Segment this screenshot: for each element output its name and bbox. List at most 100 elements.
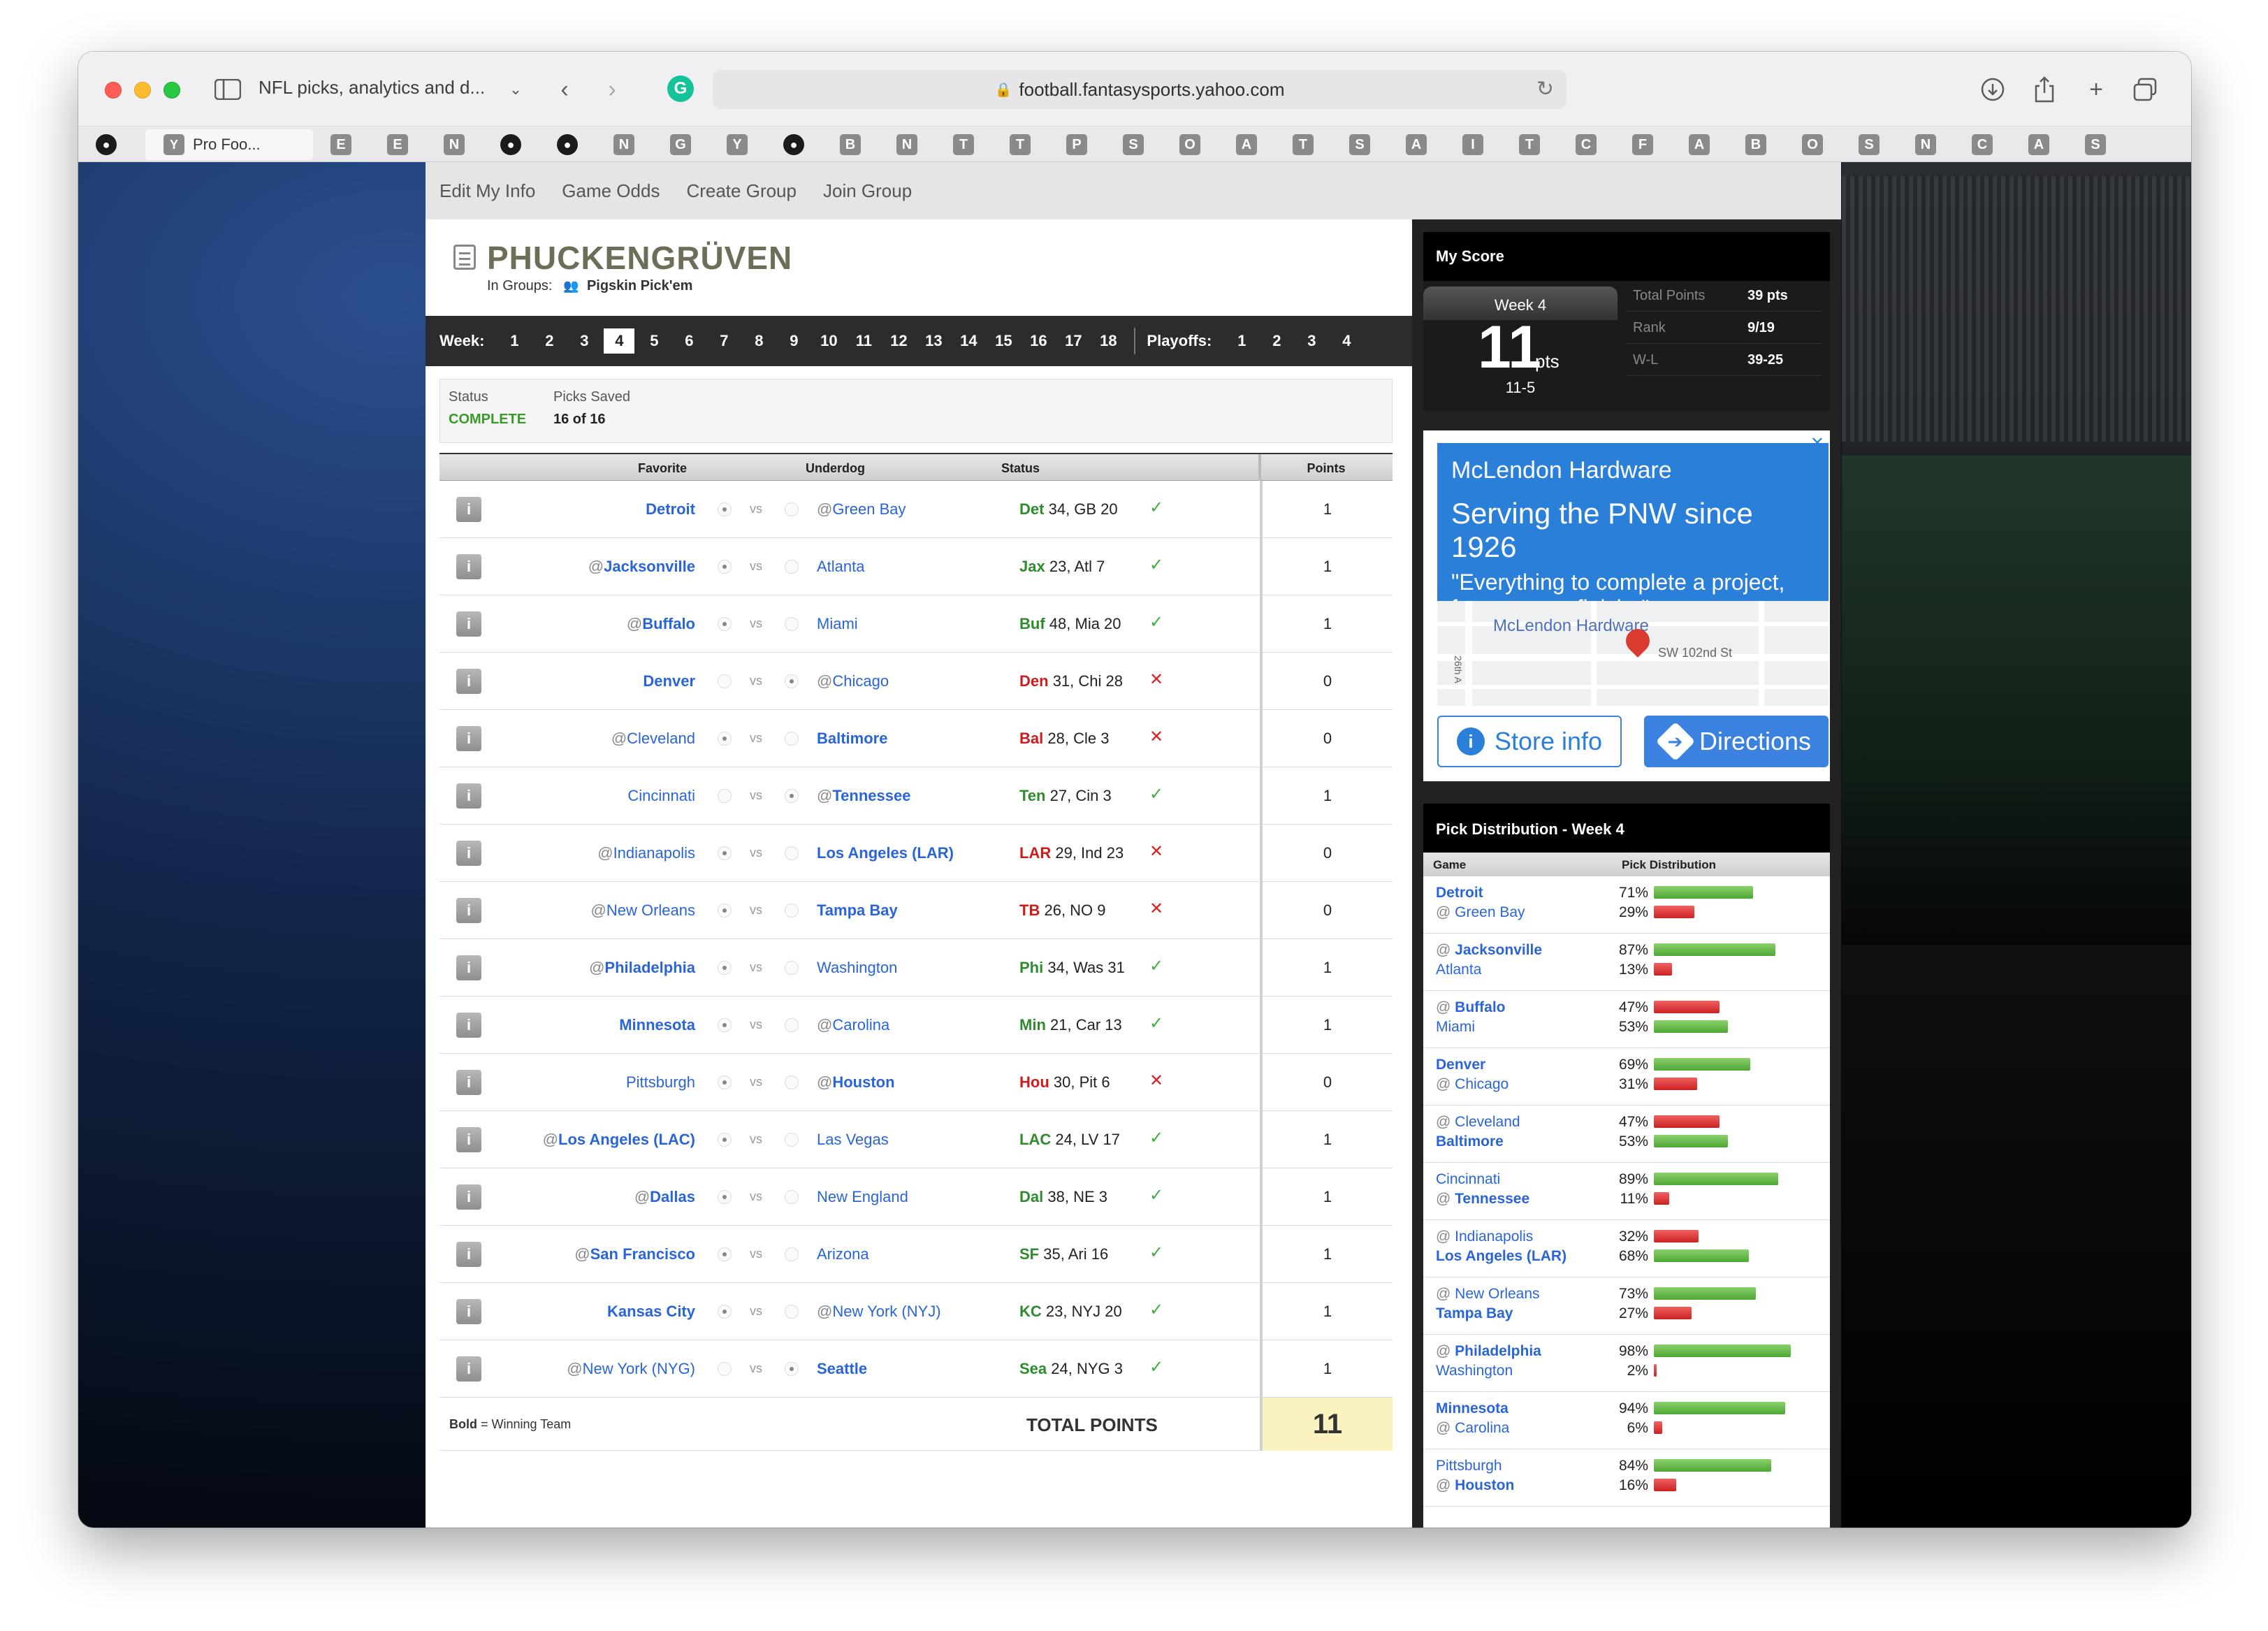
game-info-icon[interactable]: i bbox=[456, 955, 481, 980]
underdog-radio[interactable] bbox=[785, 1247, 799, 1261]
week-4[interactable]: 4 bbox=[604, 328, 635, 354]
bookmark-icon[interactable]: N bbox=[879, 132, 935, 157]
game-info-icon[interactable]: i bbox=[456, 1070, 481, 1095]
bookmark-icon[interactable]: N bbox=[1898, 132, 1954, 157]
game-info-icon[interactable]: i bbox=[456, 1013, 481, 1038]
favorite-team[interactable]: @Indianapolis bbox=[597, 844, 695, 862]
tab-title[interactable]: NFL picks, analytics and d... bbox=[259, 77, 485, 99]
favorite-radio[interactable] bbox=[718, 502, 732, 516]
favorite-radio[interactable] bbox=[718, 789, 732, 803]
downloads-icon[interactable] bbox=[1976, 73, 2009, 106]
dist-team-1[interactable]: Pittsburgh bbox=[1436, 1458, 1502, 1474]
game-info-icon[interactable]: i bbox=[456, 1127, 481, 1152]
bookmark-icon[interactable]: O bbox=[1784, 132, 1840, 157]
bookmark-icon[interactable]: A bbox=[1219, 132, 1274, 157]
favorite-team[interactable]: @Los Angeles (LAC) bbox=[543, 1131, 695, 1149]
dist-team-1[interactable]: Detroit bbox=[1436, 885, 1483, 901]
favorite-team[interactable]: @Buffalo bbox=[627, 615, 695, 633]
dist-team-1[interactable]: @ Philadelphia bbox=[1436, 1343, 1541, 1360]
favorite-radio[interactable] bbox=[718, 1018, 732, 1032]
bookmark-icon[interactable]: N bbox=[596, 132, 652, 157]
bookmark-icon[interactable]: S bbox=[1841, 132, 1897, 157]
underdog-radio[interactable] bbox=[785, 961, 799, 975]
underdog-radio[interactable] bbox=[785, 789, 799, 803]
bookmark-icon[interactable]: E bbox=[370, 132, 426, 157]
game-info-icon[interactable]: i bbox=[456, 783, 481, 809]
underdog-team[interactable]: @Carolina bbox=[817, 1016, 889, 1034]
underdog-team[interactable]: Las Vegas bbox=[817, 1131, 889, 1149]
week-13[interactable]: 13 bbox=[916, 332, 951, 350]
week-14[interactable]: 14 bbox=[951, 332, 986, 350]
week-16[interactable]: 16 bbox=[1021, 332, 1056, 350]
zoom-window-button[interactable] bbox=[163, 82, 180, 99]
underdog-team[interactable]: @Chicago bbox=[817, 672, 889, 690]
dist-team-1[interactable]: @ Indianapolis bbox=[1436, 1228, 1533, 1245]
github-bookmark-icon[interactable]: ● bbox=[483, 132, 539, 157]
week-1[interactable]: 1 bbox=[497, 332, 532, 350]
underdog-team[interactable]: Los Angeles (LAR) bbox=[817, 844, 954, 862]
week-12[interactable]: 12 bbox=[881, 332, 916, 350]
dist-team-2[interactable]: @ Houston bbox=[1436, 1477, 1514, 1494]
underdog-radio[interactable] bbox=[785, 617, 799, 631]
sidebar-toggle-icon[interactable] bbox=[211, 73, 245, 106]
nav-link-edit-my-info[interactable]: Edit My Info bbox=[439, 180, 535, 202]
bookmark-icon[interactable]: S bbox=[1332, 132, 1388, 157]
game-info-icon[interactable]: i bbox=[456, 497, 481, 522]
game-info-icon[interactable]: i bbox=[456, 1242, 481, 1267]
bookmark-icon[interactable]: Y bbox=[709, 132, 765, 157]
favorite-team[interactable]: Pittsburgh bbox=[626, 1073, 695, 1092]
nav-link-join-group[interactable]: Join Group bbox=[823, 180, 912, 202]
close-window-button[interactable] bbox=[105, 82, 122, 99]
playoff-week-4[interactable]: 4 bbox=[1329, 332, 1364, 350]
favorite-radio[interactable] bbox=[718, 1362, 732, 1376]
favorite-team[interactable]: @Cleveland bbox=[611, 730, 695, 748]
tab-overview-icon[interactable] bbox=[2128, 73, 2162, 106]
advertisement[interactable]: ✕ ▷ McLendon Hardware Serving the PNW si… bbox=[1423, 430, 1830, 781]
reload-icon[interactable]: ↻ bbox=[1536, 77, 1554, 101]
underdog-radio[interactable] bbox=[785, 502, 799, 516]
favorite-team[interactable]: Minnesota bbox=[619, 1016, 695, 1034]
underdog-radio[interactable] bbox=[785, 1305, 799, 1319]
week-6[interactable]: 6 bbox=[671, 332, 706, 350]
dist-team-2[interactable]: @ Carolina bbox=[1436, 1420, 1509, 1437]
favorite-team[interactable]: @Jacksonville bbox=[588, 558, 695, 576]
underdog-team[interactable]: @Houston bbox=[817, 1073, 895, 1092]
playoff-week-3[interactable]: 3 bbox=[1294, 332, 1329, 350]
week-18[interactable]: 18 bbox=[1091, 332, 1126, 350]
bookmark-icon[interactable]: N bbox=[426, 132, 482, 157]
playoff-week-2[interactable]: 2 bbox=[1259, 332, 1294, 350]
favorite-radio[interactable] bbox=[718, 560, 732, 574]
dist-team-1[interactable]: Denver bbox=[1436, 1057, 1485, 1073]
bookmark-icon[interactable]: C bbox=[1954, 132, 2010, 157]
favorite-team[interactable]: Denver bbox=[643, 672, 695, 690]
dist-team-2[interactable]: @ Tennessee bbox=[1436, 1191, 1529, 1208]
favorite-team[interactable]: Kansas City bbox=[607, 1303, 695, 1321]
bookmark-icon[interactable]: E bbox=[313, 132, 369, 157]
favorite-team[interactable]: @New Orleans bbox=[591, 901, 696, 920]
favorite-team[interactable]: @New York (NYG) bbox=[567, 1360, 695, 1378]
favorite-radio[interactable] bbox=[718, 732, 732, 746]
underdog-radio[interactable] bbox=[785, 1133, 799, 1147]
game-info-icon[interactable]: i bbox=[456, 898, 481, 923]
dist-team-1[interactable]: @ New Orleans bbox=[1436, 1286, 1540, 1303]
game-info-icon[interactable]: i bbox=[456, 1356, 481, 1382]
bookmark-icon[interactable]: C bbox=[1558, 132, 1614, 157]
game-info-icon[interactable]: i bbox=[456, 726, 481, 751]
underdog-team[interactable]: @New York (NYJ) bbox=[817, 1303, 941, 1321]
underdog-team[interactable]: Baltimore bbox=[817, 730, 887, 748]
bookmark-icon[interactable]: A bbox=[1388, 132, 1444, 157]
favorite-radio[interactable] bbox=[718, 1190, 732, 1204]
week-10[interactable]: 10 bbox=[811, 332, 846, 350]
week-11[interactable]: 11 bbox=[846, 332, 881, 350]
ad-banner[interactable]: McLendon Hardware Serving the PNW since … bbox=[1437, 443, 1829, 621]
share-icon[interactable] bbox=[2028, 73, 2061, 106]
tab-dropdown-icon[interactable]: ⌄ bbox=[499, 73, 532, 106]
underdog-radio[interactable] bbox=[785, 846, 799, 860]
bookmark-icon[interactable]: P bbox=[1049, 132, 1105, 157]
favorite-team[interactable]: @Dallas bbox=[634, 1188, 695, 1206]
dist-team-2[interactable]: Los Angeles (LAR) bbox=[1436, 1248, 1566, 1265]
bookmark-icon[interactable]: A bbox=[2011, 132, 2067, 157]
underdog-team[interactable]: Washington bbox=[817, 959, 897, 977]
underdog-radio[interactable] bbox=[785, 1075, 799, 1089]
dist-team-2[interactable]: Miami bbox=[1436, 1019, 1475, 1036]
